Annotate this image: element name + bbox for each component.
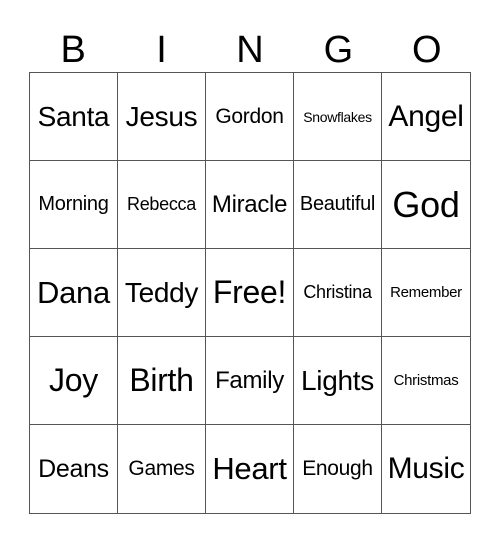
bingo-cell[interactable]: Morning <box>30 161 118 249</box>
bingo-cell[interactable]: Enough <box>294 425 382 513</box>
bingo-cell[interactable]: Remember <box>382 249 470 337</box>
header-letter-b: B <box>60 29 86 71</box>
bingo-cell[interactable]: Heart <box>206 425 294 513</box>
bingo-cell[interactable]: Deans <box>30 425 118 513</box>
bingo-header: B I N G O <box>29 28 471 72</box>
bingo-cell[interactable]: Angel <box>382 73 470 161</box>
bingo-cell[interactable]: Games <box>118 425 206 513</box>
free-space-cell[interactable]: Free! <box>206 249 294 337</box>
bingo-cell[interactable]: Snowflakes <box>294 73 382 161</box>
bingo-cell[interactable]: Dana <box>30 249 118 337</box>
bingo-cell[interactable]: Gordon <box>206 73 294 161</box>
bingo-cell[interactable]: Lights <box>294 337 382 425</box>
bingo-cell[interactable]: Birth <box>118 337 206 425</box>
header-letter-n: N <box>236 29 264 71</box>
bingo-cell[interactable]: Santa <box>30 73 118 161</box>
bingo-cell[interactable]: Family <box>206 337 294 425</box>
bingo-cell[interactable]: Teddy <box>118 249 206 337</box>
bingo-cell[interactable]: Christina <box>294 249 382 337</box>
bingo-cell[interactable]: Rebecca <box>118 161 206 249</box>
bingo-cell[interactable]: Beautiful <box>294 161 382 249</box>
header-letter-g: G <box>323 29 354 71</box>
bingo-cell[interactable]: Joy <box>30 337 118 425</box>
bingo-cell[interactable]: Music <box>382 425 470 513</box>
bingo-card: Santa Jesus Gordon Snowflakes Angel Morn… <box>29 72 471 514</box>
bingo-cell[interactable]: God <box>382 161 470 249</box>
header-letter-o: O <box>411 29 442 71</box>
bingo-cell[interactable]: Jesus <box>118 73 206 161</box>
bingo-cell[interactable]: Christmas <box>382 337 470 425</box>
bingo-cell[interactable]: Miracle <box>206 161 294 249</box>
header-letter-i: I <box>156 29 167 71</box>
